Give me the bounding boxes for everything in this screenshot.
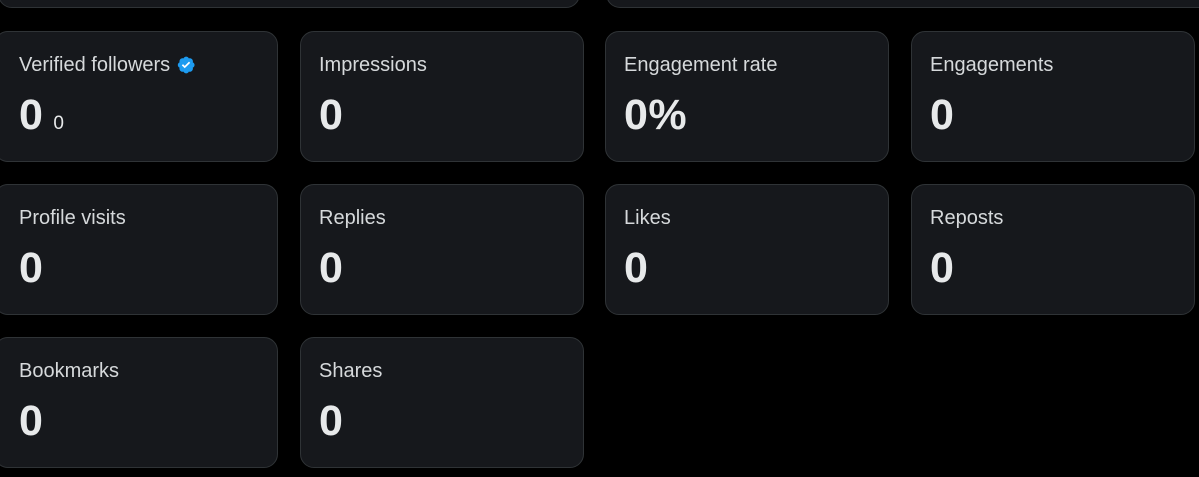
- metric-label: Reposts: [930, 207, 1004, 229]
- metric-value: 0: [19, 397, 44, 445]
- metric-value: 0: [19, 91, 44, 139]
- metric-value: 0: [319, 244, 344, 292]
- metric-card-impressions[interactable]: Impressions 0: [300, 31, 584, 162]
- metric-label: Replies: [319, 207, 386, 229]
- metric-card-reposts[interactable]: Reposts 0: [911, 184, 1195, 315]
- metric-card-bookmarks[interactable]: Bookmarks 0: [0, 337, 278, 468]
- metric-card-engagements[interactable]: Engagements 0: [911, 31, 1195, 162]
- metric-label: Engagement rate: [624, 54, 778, 76]
- verified-badge-icon: [178, 56, 195, 74]
- metric-label: Profile visits: [19, 207, 126, 229]
- metric-card-profile-visits[interactable]: Profile visits 0: [0, 184, 278, 315]
- metric-value: 0: [624, 244, 649, 292]
- analytics-metrics-grid: Verified followers 0 0 Impressions 0 Eng…: [0, 0, 1199, 477]
- metric-sub-value: 0: [53, 113, 65, 134]
- metric-label-wrap: Verified followers: [13, 52, 259, 78]
- metric-label: Verified followers: [19, 54, 171, 76]
- metric-label: Shares: [319, 360, 383, 382]
- metric-label: Engagements: [930, 54, 1054, 76]
- metric-value: 0: [930, 91, 955, 139]
- metric-value: 0: [319, 397, 344, 445]
- metric-label: Likes: [624, 207, 671, 229]
- metric-value: 0: [319, 91, 344, 139]
- metric-label: Bookmarks: [19, 360, 120, 382]
- metric-value: 0: [19, 244, 44, 292]
- metric-value: 0%: [624, 91, 688, 139]
- top-card-left-partial: [0, 0, 580, 8]
- metric-card-engagement-rate[interactable]: Engagement rate 0%: [605, 31, 889, 162]
- metric-card-replies[interactable]: Replies 0: [300, 184, 584, 315]
- metric-label: Impressions: [319, 54, 427, 76]
- metric-card-verified-followers[interactable]: Verified followers 0 0: [0, 31, 278, 162]
- metric-card-likes[interactable]: Likes 0: [605, 184, 889, 315]
- metric-value-wrap: 0 0: [13, 92, 259, 138]
- top-card-right-partial: [606, 0, 1199, 8]
- metric-card-shares[interactable]: Shares 0: [300, 337, 584, 468]
- metric-value: 0: [930, 244, 955, 292]
